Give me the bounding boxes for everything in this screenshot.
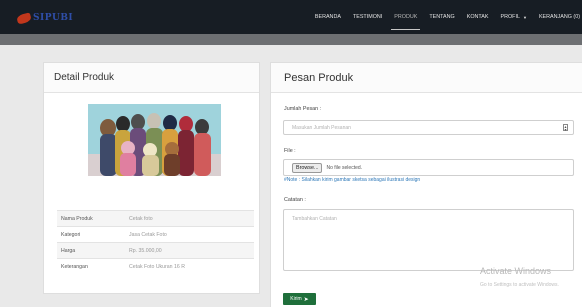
nav-item-beranda[interactable]: BERANDA bbox=[315, 0, 341, 34]
submit-button[interactable]: Kirim ➤ bbox=[283, 293, 316, 305]
detail-value: Cetak foto bbox=[129, 210, 254, 227]
quantity-input[interactable]: Masukan Jumlah Pesanan ▴ ▾ bbox=[283, 120, 574, 135]
brand-logo[interactable]: SIPUBI bbox=[16, 11, 74, 25]
product-detail-panel: Detail Produk Nama Produk Cetak foto Kat… bbox=[43, 62, 260, 294]
header-banner bbox=[0, 34, 582, 45]
brand-name: SIPUBI bbox=[33, 13, 74, 23]
table-row: Keterangan Cetak Foto Ukuran 16 R bbox=[57, 258, 254, 275]
nav-item-produk[interactable]: PRODUK bbox=[391, 0, 421, 34]
quantity-label: Jumlah Pesan : bbox=[284, 106, 322, 112]
panel-title: Pesan Produk bbox=[271, 63, 582, 93]
notes-placeholder: Tambahkan Catatan bbox=[292, 216, 337, 222]
notes-label: Catatan : bbox=[284, 197, 306, 203]
detail-key: Nama Produk bbox=[57, 210, 129, 227]
notes-textarea[interactable]: Tambahkan Catatan bbox=[283, 209, 574, 271]
detail-value: Jasa Cetak Foto bbox=[129, 226, 254, 243]
file-note: #Note : Silahkan kirim gambar sketsa seb… bbox=[284, 177, 421, 183]
table-row: Nama Produk Cetak foto bbox=[57, 210, 254, 227]
nav-menu: BERANDA TESTIMONI PRODUK TENTANG KONTAK … bbox=[303, 0, 580, 34]
detail-key: Keterangan bbox=[57, 258, 129, 275]
table-row: Kategori Jasa Cetak Foto bbox=[57, 226, 254, 243]
group-photo-image bbox=[88, 104, 221, 176]
brand-logo-icon bbox=[16, 11, 32, 25]
no-file-text: No file selected. bbox=[326, 164, 363, 171]
product-photo bbox=[88, 104, 221, 176]
nav-item-keranjang[interactable]: KERANJANG (0) bbox=[539, 0, 580, 34]
browse-button[interactable]: Browse... bbox=[292, 162, 323, 173]
send-icon: ➤ bbox=[303, 296, 309, 303]
navbar: SIPUBI BERANDA TESTIMONI PRODUK TENTANG … bbox=[0, 0, 582, 34]
nav-item-kontak[interactable]: KONTAK bbox=[467, 0, 489, 34]
table-row: Harga Rp. 35.000,00 bbox=[57, 242, 254, 259]
chevron-down-icon: ▼ bbox=[522, 14, 527, 20]
detail-value: Cetak Foto Ukuran 16 R bbox=[129, 258, 254, 275]
file-input[interactable]: Browse... No file selected. bbox=[283, 159, 574, 176]
product-detail-table: Nama Produk Cetak foto Kategori Jasa Cet… bbox=[57, 210, 254, 275]
nav-item-profil[interactable]: PROFIL ▼ bbox=[501, 0, 527, 34]
submit-label: Kirim bbox=[290, 296, 302, 302]
spinner-icon[interactable]: ▴ ▾ bbox=[563, 124, 568, 132]
activation-watermark-subtitle: Go to Settings to activate Windows. bbox=[480, 282, 559, 288]
detail-value: Rp. 35.000,00 bbox=[129, 242, 254, 259]
nav-item-testimoni[interactable]: TESTIMONI bbox=[353, 0, 382, 34]
nav-item-tentang[interactable]: TENTANG bbox=[429, 0, 454, 34]
detail-key: Harga bbox=[57, 242, 129, 259]
quantity-placeholder: Masukan Jumlah Pesanan bbox=[292, 124, 351, 131]
activation-watermark: Activate Windows bbox=[480, 266, 552, 276]
panel-title: Detail Produk bbox=[44, 63, 259, 93]
detail-key: Kategori bbox=[57, 226, 129, 243]
file-label: File : bbox=[284, 148, 296, 154]
